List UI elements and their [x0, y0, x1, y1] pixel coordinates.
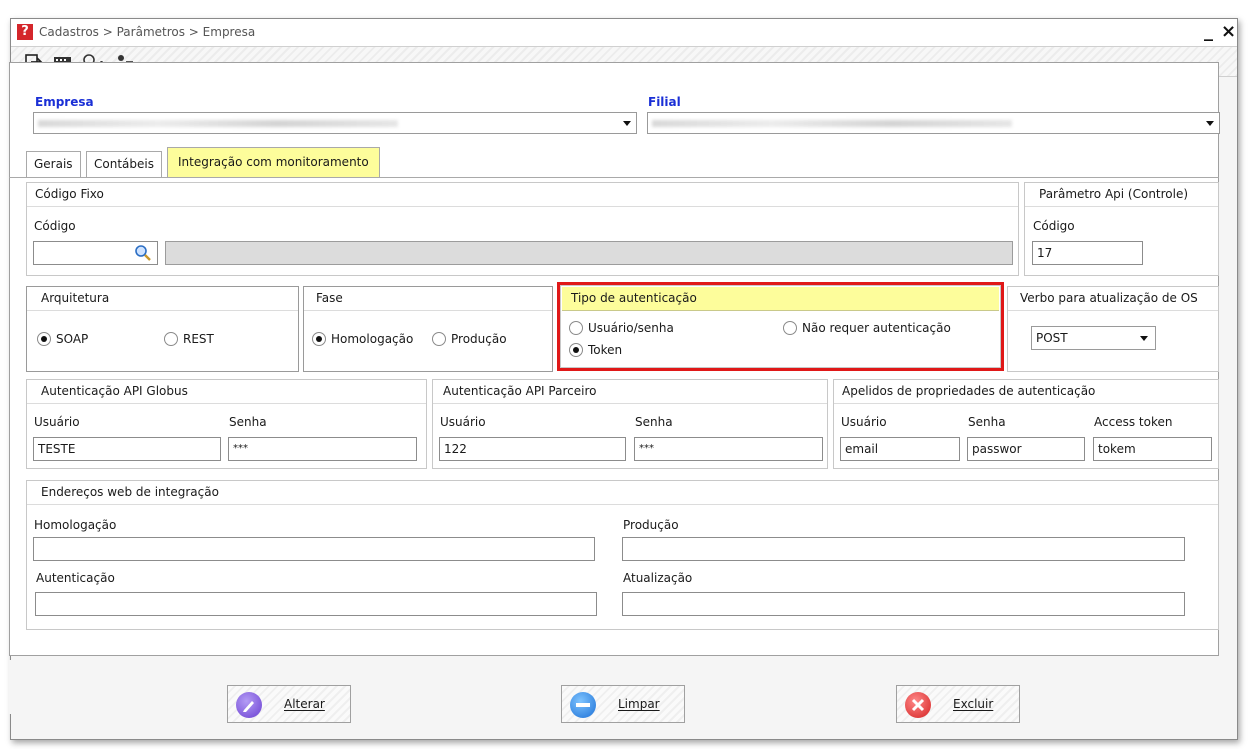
apelidos-title: Apelidos de propriedades de autenticação — [834, 380, 1218, 404]
auth-globus-title: Autenticação API Globus — [27, 380, 426, 404]
autenticacao-label: Autenticação — [36, 571, 115, 585]
tab-gerais[interactable]: Gerais — [26, 151, 81, 177]
limpar-button-label: Limpar — [618, 697, 660, 711]
limpar-button[interactable]: Limpar — [561, 685, 685, 723]
producao-label: Produção — [623, 518, 679, 532]
alterar-button[interactable]: Alterar — [227, 685, 351, 723]
empresa-label: Empresa — [35, 95, 94, 109]
radio-producao-label: Produção — [451, 332, 507, 346]
tab-integracao-monitoramento[interactable]: Integração com monitoramento — [167, 147, 380, 177]
empresa-value-blurred — [38, 120, 398, 127]
radio-soap-label: SOAP — [56, 332, 89, 346]
apelidos-senha-input[interactable]: passwor — [967, 437, 1085, 461]
parceiro-usuario-label: Usuário — [440, 415, 486, 429]
minimize-button[interactable]: _ — [1204, 21, 1213, 42]
parceiro-senha-label: Senha — [635, 415, 673, 429]
delete-x-icon — [905, 692, 931, 718]
fase-title: Fase — [304, 287, 552, 311]
auth-parceiro-title: Autenticação API Parceiro — [433, 380, 827, 404]
apelidos-token-input[interactable]: tokem — [1093, 437, 1212, 461]
excluir-button[interactable]: Excluir — [896, 685, 1020, 723]
minus-icon — [570, 692, 596, 718]
tab-contabeis[interactable]: Contábeis — [86, 151, 162, 177]
arquitetura-title: Arquitetura — [27, 287, 298, 311]
arquitetura-group: Arquitetura — [26, 286, 299, 372]
edit-icon — [236, 692, 262, 718]
app-logo-icon: ? — [17, 24, 33, 40]
close-button[interactable]: × — [1221, 21, 1236, 42]
lookup-search-icon[interactable] — [133, 243, 153, 263]
filial-value-blurred — [652, 120, 1012, 127]
atualizacao-label: Atualização — [623, 571, 693, 585]
empresa-select[interactable] — [33, 112, 637, 134]
excluir-button-label: Excluir — [953, 697, 994, 711]
radio-soap[interactable] — [37, 332, 51, 346]
verbo-title: Verbo para atualização de OS — [1008, 287, 1218, 311]
verbo-value: POST — [1036, 331, 1068, 345]
producao-url-input[interactable] — [622, 537, 1185, 561]
radio-rest[interactable] — [164, 332, 178, 346]
parceiro-usuario-input[interactable]: 122 — [439, 437, 626, 461]
parceiro-senha-input[interactable]: *** — [634, 437, 823, 461]
chevron-down-icon — [1140, 336, 1148, 341]
homologacao-label: Homologação — [34, 518, 117, 532]
atualizacao-url-input[interactable] — [622, 592, 1185, 616]
apelidos-usuario-label: Usuário — [841, 415, 887, 429]
codigo-fixo-title: Código Fixo — [27, 183, 1018, 207]
parametro-api-title: Parâmetro Api (Controle) — [1025, 183, 1218, 207]
parametro-codigo-label: Código — [1033, 219, 1075, 233]
apelidos-token-label: Access token — [1094, 415, 1173, 429]
radio-producao[interactable] — [432, 332, 446, 346]
parametro-codigo-input[interactable]: 17 — [1032, 241, 1143, 265]
homologacao-url-input[interactable] — [33, 537, 595, 561]
title-bar: ? Cadastros > Parâmetros > Empresa _ × — [11, 19, 1237, 47]
apelidos-usuario-input[interactable]: email — [840, 437, 960, 461]
globus-senha-input[interactable]: *** — [228, 437, 417, 461]
filial-select[interactable] — [647, 112, 1220, 134]
filial-label: Filial — [648, 95, 681, 109]
codigo-descricao-field — [165, 241, 1013, 265]
globus-usuario-input[interactable]: TESTE — [33, 437, 221, 461]
highlight-annotation-box — [557, 282, 1004, 371]
radio-homologacao-label: Homologação — [331, 332, 414, 346]
radio-rest-label: REST — [183, 332, 214, 346]
globus-senha-label: Senha — [229, 415, 267, 429]
enderecos-title: Endereços web de integração — [27, 481, 1218, 505]
globus-usuario-label: Usuário — [34, 415, 80, 429]
verbo-select[interactable]: POST — [1031, 326, 1156, 350]
fase-group: Fase — [303, 286, 553, 372]
chevron-down-icon — [1206, 121, 1214, 126]
autenticacao-url-input[interactable] — [35, 592, 597, 616]
radio-homologacao[interactable] — [312, 332, 326, 346]
chevron-down-icon — [623, 121, 631, 126]
codigo-label: Código — [34, 219, 76, 233]
apelidos-senha-label: Senha — [968, 415, 1006, 429]
alterar-button-label: Alterar — [284, 697, 325, 711]
window-title: Cadastros > Parâmetros > Empresa — [39, 25, 256, 39]
